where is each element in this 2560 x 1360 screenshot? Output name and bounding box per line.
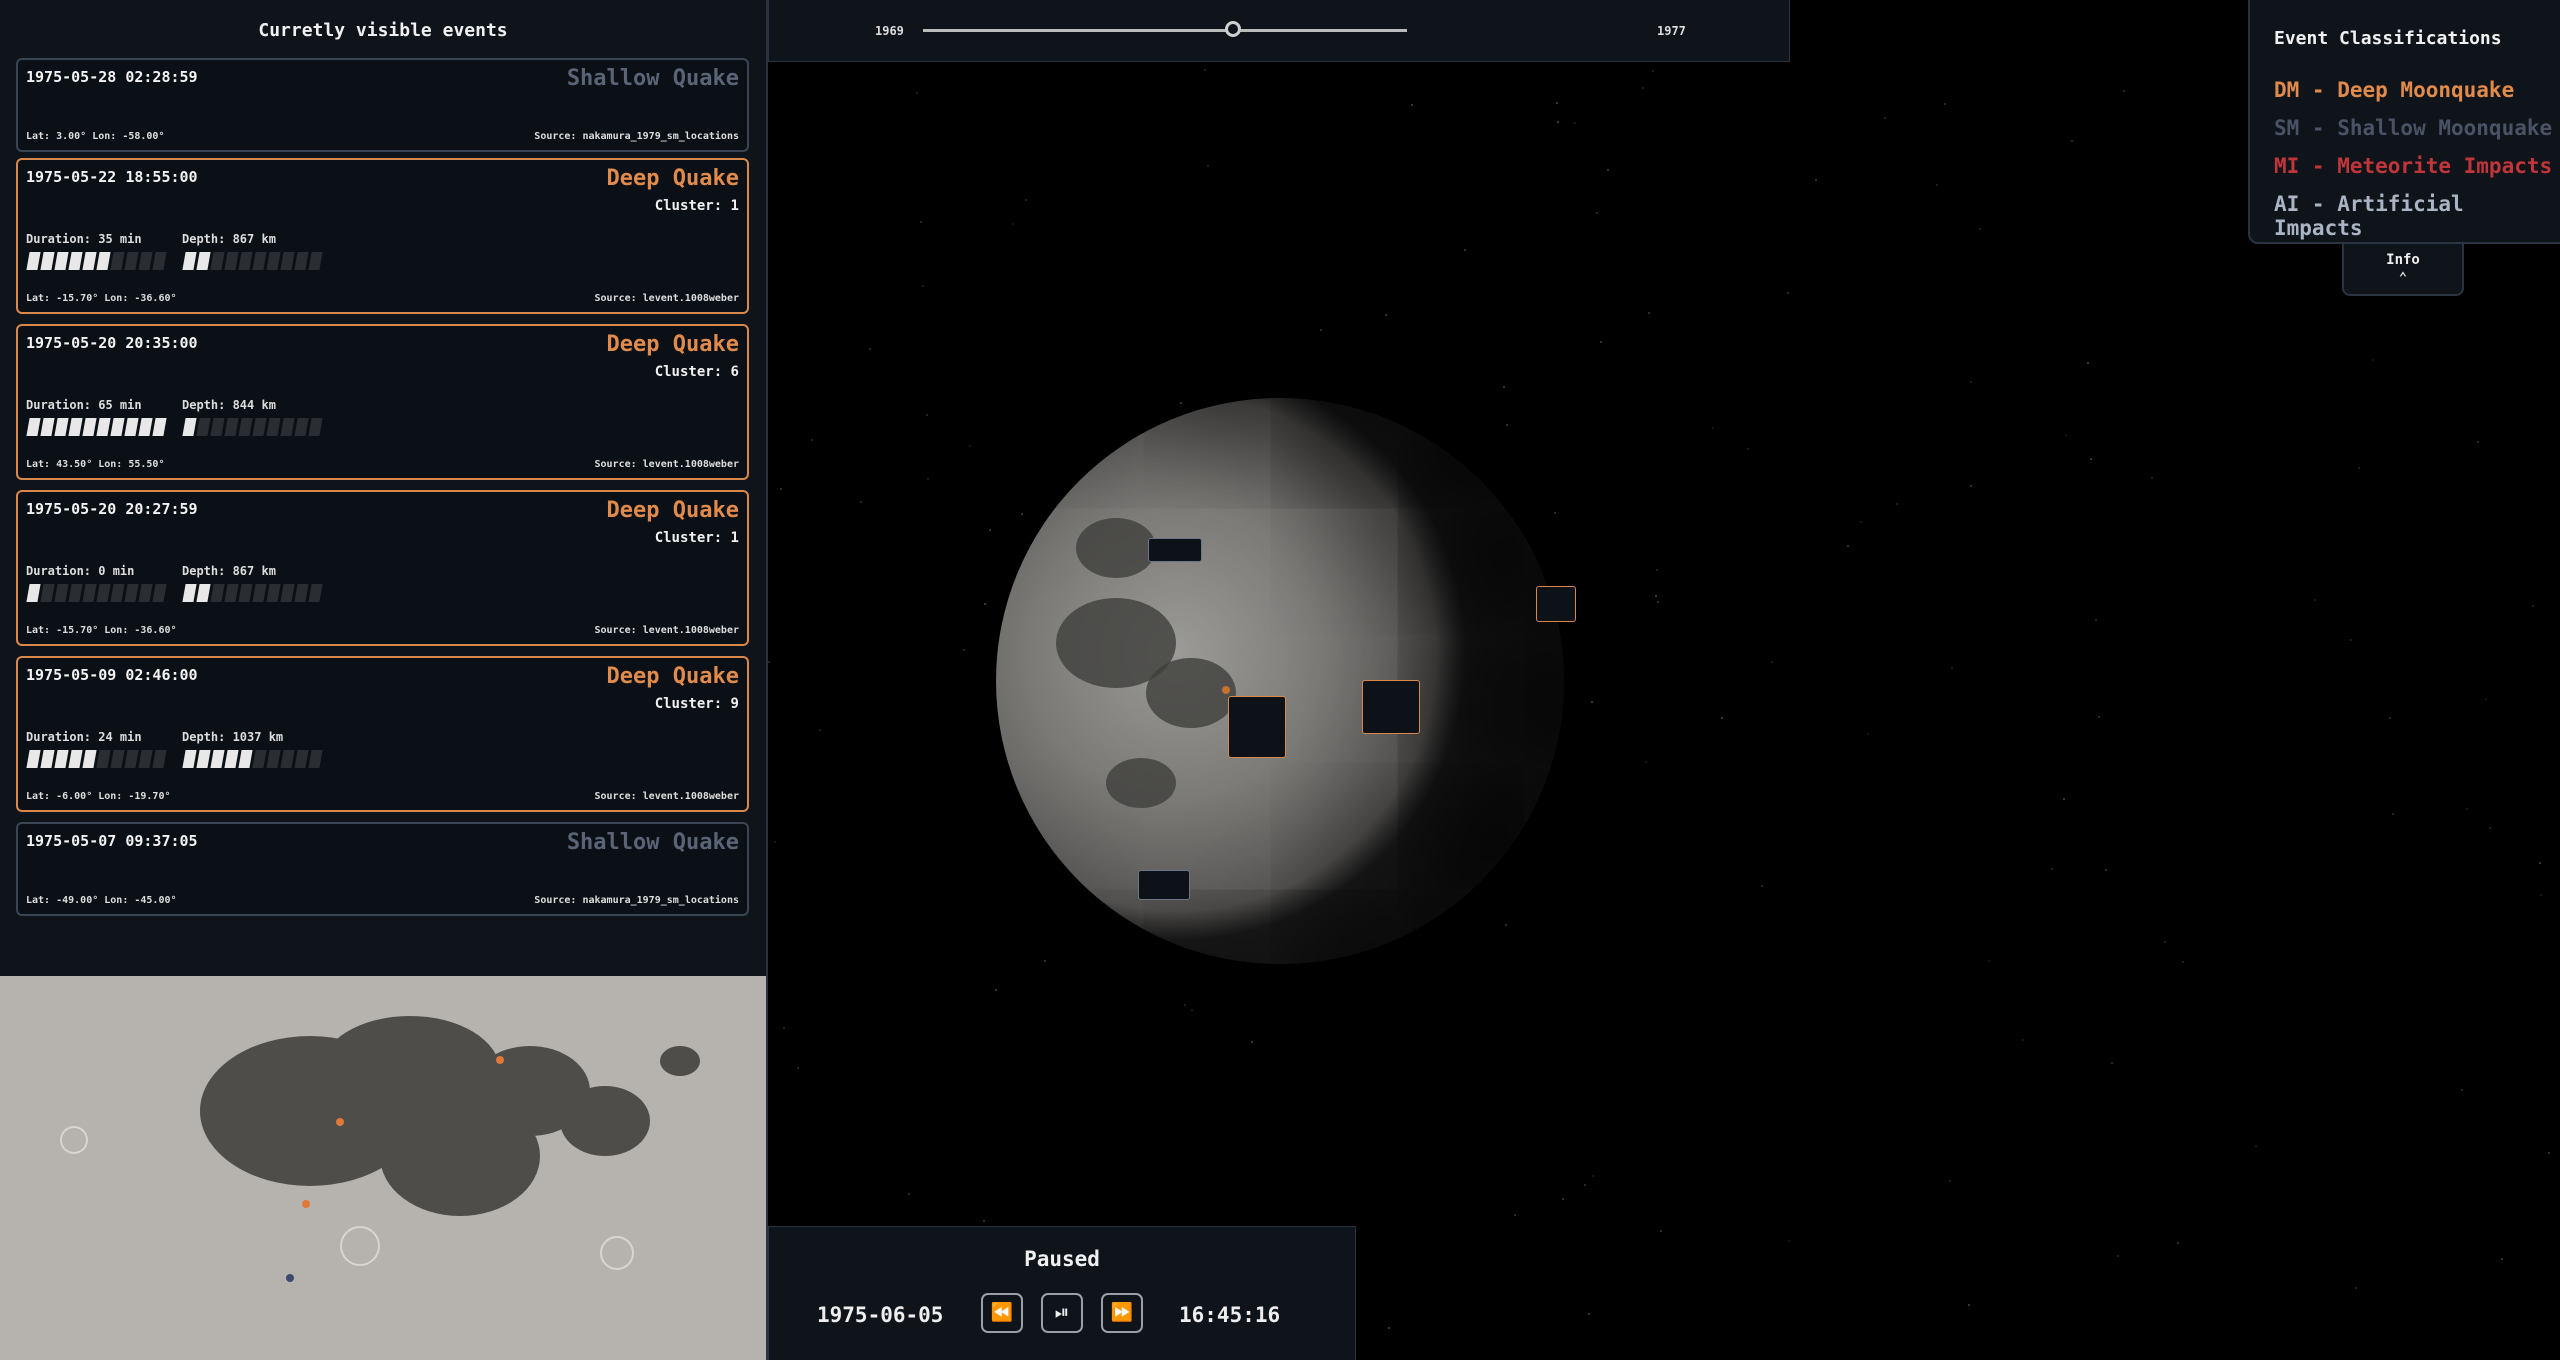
event-duration: Duration: 65 min bbox=[26, 398, 142, 412]
timeline-bar: 1969 1977 bbox=[768, 0, 1790, 62]
event-card[interactable]: 1975-05-20 20:27:59 Deep Quake Cluster: 1 D… bbox=[16, 490, 749, 646]
moon-event-label[interactable] bbox=[1148, 538, 1202, 562]
event-duration: Duration: 0 min bbox=[26, 564, 135, 578]
event-source: Source: levent.1008weber bbox=[594, 791, 740, 802]
event-source: Source: levent.1008weber bbox=[594, 459, 740, 470]
moon-event-marker[interactable] bbox=[1222, 686, 1230, 694]
legend-title: Event Classifications bbox=[2274, 28, 2502, 49]
depth-bar-meter bbox=[182, 418, 323, 436]
playback-controls: Paused 1975-06-05 ⏪ ⏯ ⏩ 16:45:16 bbox=[768, 1226, 1356, 1360]
moon-event-label[interactable] bbox=[1536, 586, 1576, 622]
rewind-button[interactable]: ⏪ bbox=[981, 1293, 1023, 1333]
moon-event-label[interactable] bbox=[1228, 696, 1286, 758]
event-card[interactable]: 1975-05-07 09:37:05 Shallow Quake Lat: -49… bbox=[16, 822, 749, 916]
depth-bar-meter bbox=[182, 750, 323, 768]
event-source: Source: levent.1008weber bbox=[594, 625, 740, 636]
event-latlon: Lat: 3.00° Lon: -58.00° bbox=[26, 131, 165, 142]
event-cluster: Cluster: 9 bbox=[654, 696, 739, 712]
duration-bar-meter bbox=[26, 418, 167, 436]
event-latlon: Lat: -15.70° Lon: -36.60° bbox=[26, 293, 177, 304]
current-date: 1975-06-05 bbox=[817, 1303, 944, 1327]
play-pause-button[interactable]: ⏯ bbox=[1041, 1293, 1083, 1333]
rewind-icon: ⏪ bbox=[990, 1302, 1014, 1323]
panel-title: Curretly visible events bbox=[258, 20, 508, 41]
legend-item-shallow-moonquake: SM - Shallow Moonquake bbox=[2274, 116, 2553, 140]
event-cluster: Cluster: 1 bbox=[654, 198, 739, 214]
duration-bar-meter bbox=[26, 584, 167, 602]
event-type: Shallow Quake bbox=[566, 830, 739, 855]
timeline-track[interactable] bbox=[923, 29, 1407, 32]
event-cluster: Cluster: 1 bbox=[654, 530, 739, 546]
depth-bar-meter bbox=[182, 584, 323, 602]
duration-bar-meter bbox=[26, 252, 167, 270]
moon-event-label[interactable] bbox=[1138, 870, 1190, 900]
map-event-marker[interactable] bbox=[302, 1200, 310, 1208]
event-duration: Duration: 35 min bbox=[26, 232, 142, 246]
map-event-marker[interactable] bbox=[286, 1274, 294, 1282]
moon-globe[interactable] bbox=[996, 398, 1564, 964]
event-type: Deep Quake bbox=[606, 332, 739, 357]
event-date: 1975-05-09 02:46:00 bbox=[26, 666, 198, 684]
event-latlon: Lat: -49.00° Lon: -45.00° bbox=[26, 895, 177, 906]
event-source: Source: nakamura_1979_sm_locations bbox=[534, 895, 739, 906]
event-classifications-legend: Event Classifications DM - Deep Moonquak… bbox=[2248, 0, 2560, 244]
timeline-slider-handle[interactable] bbox=[1224, 21, 1241, 37]
event-date: 1975-05-20 20:27:59 bbox=[26, 500, 198, 518]
event-depth: Depth: 867 km bbox=[182, 232, 276, 246]
event-duration: Duration: 24 min bbox=[26, 730, 142, 744]
duration-bar-meter bbox=[26, 750, 167, 768]
depth-bar-meter bbox=[182, 252, 323, 270]
fast-forward-icon: ⏩ bbox=[1110, 1302, 1134, 1323]
timeline-end-year: 1977 bbox=[1657, 24, 1686, 38]
event-latlon: Lat: -6.00° Lon: -19.70° bbox=[26, 791, 171, 802]
event-date: 1975-05-28 02:28:59 bbox=[26, 68, 198, 86]
event-depth: Depth: 867 km bbox=[182, 564, 276, 578]
legend-item-artificial-impacts: AI - Artificial Impacts bbox=[2274, 192, 2464, 240]
current-time: 16:45:16 bbox=[1179, 1303, 1281, 1327]
legend-item-deep-moonquake: DM - Deep Moonquake bbox=[2274, 78, 2515, 102]
map-event-marker[interactable] bbox=[336, 1118, 344, 1126]
event-date: 1975-05-07 09:37:05 bbox=[26, 832, 198, 850]
event-date: 1975-05-22 18:55:00 bbox=[26, 168, 198, 186]
timeline-start-year: 1969 bbox=[875, 24, 904, 38]
event-latlon: Lat: 43.50° Lon: 55.50° bbox=[26, 459, 165, 470]
event-depth: Depth: 844 km bbox=[182, 398, 276, 412]
event-source: Source: nakamura_1979_sm_locations bbox=[534, 131, 739, 142]
events-panel: Curretly visible events 1975-05-28 02:28… bbox=[0, 0, 768, 976]
event-type: Deep Quake bbox=[606, 664, 739, 689]
event-depth: Depth: 1037 km bbox=[182, 730, 284, 744]
info-toggle-button[interactable]: Info ⌃ bbox=[2342, 244, 2464, 296]
moon-surface-map[interactable] bbox=[0, 976, 768, 1360]
event-type: Deep Quake bbox=[606, 498, 739, 523]
event-source: Source: levent.1008weber bbox=[594, 293, 740, 304]
event-card[interactable]: 1975-05-20 20:35:00 Deep Quake Cluster: 6 D… bbox=[16, 324, 749, 480]
moon-event-label[interactable] bbox=[1362, 680, 1420, 734]
legend-item-meteorite-impacts: MI - Meteorite Impacts bbox=[2274, 154, 2553, 178]
event-card[interactable]: 1975-05-28 02:28:59 Shallow Quake Lat: 3.0… bbox=[16, 58, 749, 152]
event-type: Shallow Quake bbox=[566, 66, 739, 91]
event-type: Deep Quake bbox=[606, 166, 739, 191]
playback-status: Paused bbox=[1024, 1247, 1100, 1271]
chevron-up-icon: ⌃ bbox=[2398, 270, 2408, 286]
play-pause-icon: ⏯ bbox=[1054, 1302, 1070, 1323]
info-label: Info bbox=[2386, 252, 2420, 268]
event-card[interactable]: 1975-05-22 18:55:00 Deep Quake Cluster: 1 D… bbox=[16, 158, 749, 314]
map-event-marker[interactable] bbox=[496, 1056, 504, 1064]
event-latlon: Lat: -15.70° Lon: -36.60° bbox=[26, 625, 177, 636]
event-date: 1975-05-20 20:35:00 bbox=[26, 334, 198, 352]
event-card[interactable]: 1975-05-09 02:46:00 Deep Quake Cluster: 9 D… bbox=[16, 656, 749, 812]
fast-forward-button[interactable]: ⏩ bbox=[1101, 1293, 1143, 1333]
event-cluster: Cluster: 6 bbox=[654, 364, 739, 380]
